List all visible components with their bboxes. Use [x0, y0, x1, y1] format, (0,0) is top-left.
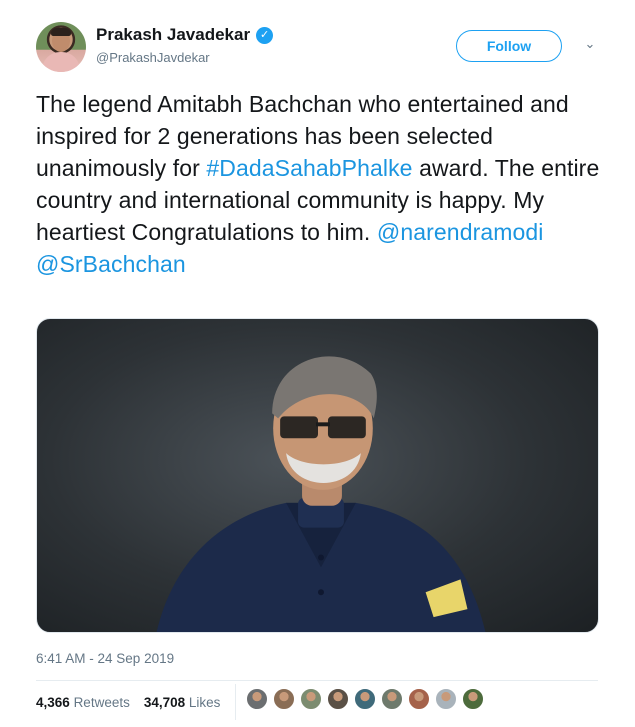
- retweets-label: Retweets: [73, 695, 130, 710]
- author-avatar[interactable]: [36, 22, 86, 72]
- author-name-row[interactable]: Prakash Javadekar ✓: [96, 25, 274, 45]
- liker-avatar[interactable]: [327, 688, 349, 710]
- liker-avatar[interactable]: [408, 688, 430, 710]
- author-handle[interactable]: @PrakashJavdekar: [96, 50, 210, 65]
- liker-avatar[interactable]: [273, 688, 295, 710]
- verified-badge-icon: ✓: [256, 26, 274, 44]
- hashtag-link[interactable]: #DadaSahabPhalke: [206, 155, 412, 181]
- divider: [235, 684, 236, 720]
- tweet-photo[interactable]: [36, 318, 599, 633]
- liker-avatar[interactable]: [354, 688, 376, 710]
- tweet-stats: 4,366 Retweets 34,708 Likes: [36, 695, 220, 710]
- chevron-down-icon[interactable]: ⌄: [582, 36, 598, 52]
- liker-avatar[interactable]: [300, 688, 322, 710]
- tweet-text: The legend Amitabh Bachchan who entertai…: [36, 88, 606, 280]
- tweet-timestamp[interactable]: 6:41 AM - 24 Sep 2019: [36, 651, 174, 666]
- liker-avatar[interactable]: [462, 688, 484, 710]
- liker-avatar[interactable]: [381, 688, 403, 710]
- liker-avatars[interactable]: [246, 688, 484, 710]
- photo-illustration: [156, 356, 486, 632]
- author-display-name[interactable]: Prakash Javadekar: [96, 25, 250, 45]
- retweets-stat[interactable]: 4,366 Retweets: [36, 695, 130, 710]
- likes-count: 34,708: [143, 695, 186, 710]
- follow-button[interactable]: Follow: [456, 30, 562, 62]
- divider: [36, 680, 598, 681]
- mention-link[interactable]: @SrBachchan: [36, 251, 186, 277]
- mention-link[interactable]: @narendramodi: [377, 219, 544, 245]
- liker-avatar[interactable]: [435, 688, 457, 710]
- liker-avatar[interactable]: [246, 688, 268, 710]
- tweet-header: Prakash Javadekar ✓ @PrakashJavdekar Fol…: [36, 20, 606, 76]
- likes-stat[interactable]: 34,708 Likes: [144, 695, 221, 710]
- retweets-count: 4,366: [36, 695, 70, 710]
- likes-label: Likes: [188, 695, 221, 710]
